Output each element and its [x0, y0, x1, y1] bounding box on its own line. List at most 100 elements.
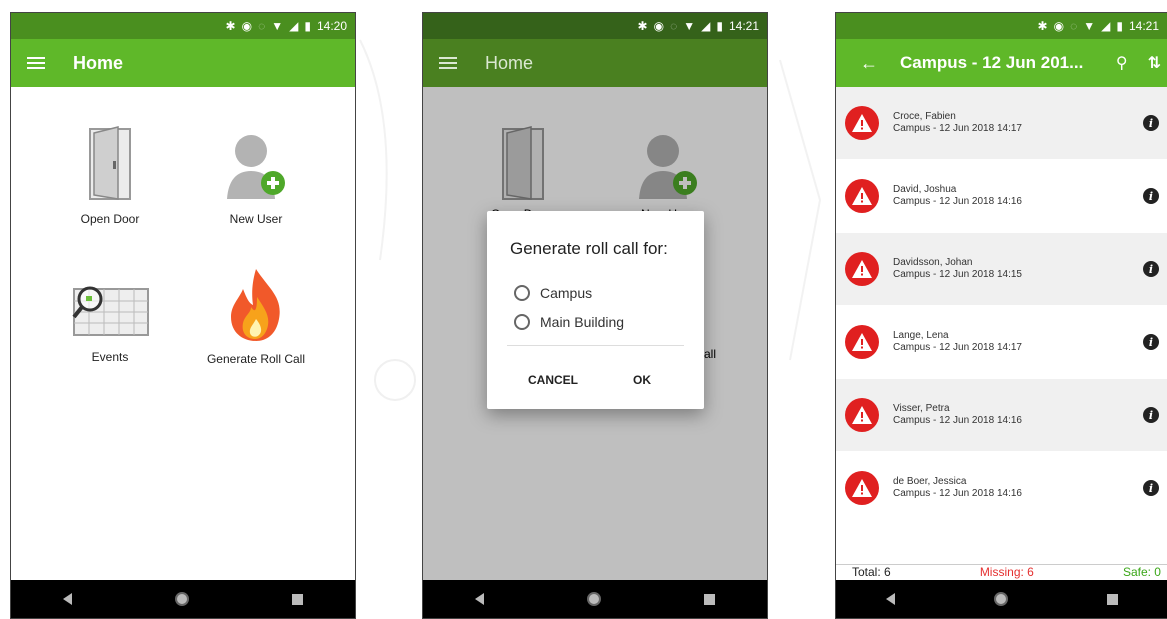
signal-icon: ◢	[289, 19, 299, 33]
nav-bar	[836, 580, 1167, 618]
list-item[interactable]: de Boer, Jessica Campus - 12 Jun 2018 14:…	[836, 452, 1167, 525]
ok-button[interactable]: OK	[633, 373, 651, 387]
roll-call-summary: Total: 6 Missing: 6 Safe: 0	[836, 564, 1167, 580]
dialog-title: Generate roll call for:	[510, 239, 668, 258]
app-bar: ← Campus - 12 Jun 201... ⚲ ⇅	[836, 39, 1167, 87]
recents-nav-icon[interactable]	[704, 593, 716, 605]
recents-nav-icon[interactable]	[292, 593, 304, 605]
missing-count: Missing: 6	[979, 565, 1034, 579]
radio-button-icon[interactable]	[514, 285, 530, 301]
fire-icon	[231, 269, 280, 341]
signal-icon: ◢	[701, 19, 711, 33]
signal-icon: ◢	[1101, 19, 1111, 33]
row-detail: Campus - 12 Jun 2018 14:16	[893, 488, 1022, 499]
new-user-tile[interactable]: New User	[181, 125, 331, 226]
divider	[507, 345, 684, 346]
door-icon	[89, 126, 131, 200]
warning-icon	[845, 325, 879, 359]
events-tile[interactable]: Events	[35, 275, 185, 364]
info-icon[interactable]: i	[1143, 407, 1159, 423]
status-time: 14:21	[1128, 19, 1159, 33]
wifi-icon: ▼	[271, 19, 284, 33]
sort-icon[interactable]: ⇅	[1148, 53, 1161, 73]
row-detail: Campus - 12 Jun 2018 14:15	[893, 269, 1022, 280]
row-detail: Campus - 12 Jun 2018 14:17	[893, 123, 1022, 134]
person-name: Croce, Fabien	[893, 111, 956, 122]
wifi-icon: ▼	[683, 19, 696, 33]
roll-call-dialog: Generate roll call for: Campus Main Buil…	[487, 211, 704, 409]
status-bar: ✱ ◉ ◌ ▼ ◢ ▮ 14:21	[836, 13, 1167, 39]
app-bar: Home	[423, 39, 767, 87]
back-arrow-icon[interactable]: ←	[860, 53, 878, 74]
person-name: Visser, Petra	[893, 403, 950, 414]
alarm-icon: ◌	[258, 19, 266, 33]
warning-icon	[845, 252, 879, 286]
radio-button-icon[interactable]	[514, 314, 530, 330]
bluetooth-icon: ✱	[637, 19, 648, 33]
tile-label: New User	[229, 212, 283, 226]
back-nav-icon[interactable]	[885, 593, 895, 605]
info-icon[interactable]: i	[1143, 188, 1159, 204]
warning-icon	[845, 398, 879, 432]
list-item[interactable]: Visser, Petra Campus - 12 Jun 2018 14:16 …	[836, 379, 1167, 452]
info-icon[interactable]: i	[1143, 334, 1159, 350]
home-nav-icon[interactable]	[993, 592, 1008, 606]
hamburger-menu-icon	[439, 57, 457, 69]
events-calendar-icon	[72, 286, 149, 336]
alarm-icon: ◌	[670, 19, 678, 33]
wifi-icon: ▼	[1083, 19, 1096, 33]
app-bar: Home	[11, 39, 355, 87]
radio-label: Main Building	[540, 314, 625, 330]
sync-icon: ◉	[1053, 19, 1065, 33]
phone-roll-call-dialog: ✱ ◉ ◌ ▼ ◢ ▮ 14:21 Home Open Door New Use…	[422, 12, 768, 619]
recents-nav-icon[interactable]	[1106, 593, 1118, 605]
back-nav-icon[interactable]	[62, 593, 72, 605]
phone-roll-call-list: ✱ ◉ ◌ ▼ ◢ ▮ 14:21 ← Campus - 12 Jun 201.…	[835, 12, 1167, 619]
radio-option-main-building[interactable]: Main Building	[514, 314, 624, 330]
info-icon[interactable]: i	[1143, 480, 1159, 496]
home-nav-icon[interactable]	[174, 592, 189, 606]
tile-label: Events	[91, 350, 129, 364]
warning-icon	[845, 179, 879, 213]
sync-icon: ◉	[241, 19, 253, 33]
warning-icon	[845, 106, 879, 140]
list-item[interactable]: Croce, Fabien Campus - 12 Jun 2018 14:17 …	[836, 87, 1167, 160]
person-name: David, Joshua	[893, 184, 957, 195]
safe-count: Safe: 0	[1122, 565, 1161, 579]
phone-home-screen: ✱ ◉ ◌ ▼ ◢ ▮ 14:20 Home Open Door New Use…	[10, 12, 356, 619]
tile-label: Generate Roll Call	[206, 352, 306, 366]
hamburger-menu-icon[interactable]	[27, 57, 45, 69]
open-door-tile[interactable]: Open Door	[35, 125, 185, 226]
list-item[interactable]: Davidsson, Johan Campus - 12 Jun 2018 14:…	[836, 233, 1167, 306]
info-icon[interactable]: i	[1143, 115, 1159, 131]
list-item[interactable]: David, Joshua Campus - 12 Jun 2018 14:16 …	[836, 160, 1167, 233]
nav-bar	[423, 580, 767, 618]
row-detail: Campus - 12 Jun 2018 14:16	[893, 196, 1022, 207]
page-title: Home	[73, 52, 124, 73]
person-name: Davidsson, Johan	[893, 257, 973, 268]
nav-bar	[11, 580, 355, 618]
bluetooth-icon: ✱	[225, 19, 236, 33]
roll-call-list: Croce, Fabien Campus - 12 Jun 2018 14:17 …	[836, 87, 1167, 525]
row-detail: Campus - 12 Jun 2018 14:17	[893, 342, 1022, 353]
home-nav-icon[interactable]	[586, 592, 601, 606]
list-item[interactable]: Lange, Lena Campus - 12 Jun 2018 14:17 i	[836, 306, 1167, 379]
battery-icon: ▮	[716, 19, 723, 33]
total-count: Total: 6	[852, 565, 891, 579]
bluetooth-icon: ✱	[1037, 19, 1048, 33]
battery-icon: ▮	[304, 19, 311, 33]
back-nav-icon[interactable]	[474, 593, 484, 605]
radio-option-campus[interactable]: Campus	[514, 285, 592, 301]
new-user-icon	[227, 135, 285, 199]
cancel-button[interactable]: CANCEL	[528, 373, 578, 387]
alarm-icon: ◌	[1070, 19, 1078, 33]
person-name: Lange, Lena	[893, 330, 949, 341]
radio-label: Campus	[540, 285, 593, 301]
status-bar: ✱ ◉ ◌ ▼ ◢ ▮ 14:20	[11, 13, 355, 39]
search-icon[interactable]: ⚲	[1116, 53, 1128, 73]
page-title: Home	[485, 52, 534, 73]
status-time: 14:21	[728, 19, 759, 33]
info-icon[interactable]: i	[1143, 261, 1159, 277]
generate-roll-call-tile[interactable]: Generate Roll Call	[181, 267, 331, 366]
person-name: de Boer, Jessica	[893, 476, 967, 487]
